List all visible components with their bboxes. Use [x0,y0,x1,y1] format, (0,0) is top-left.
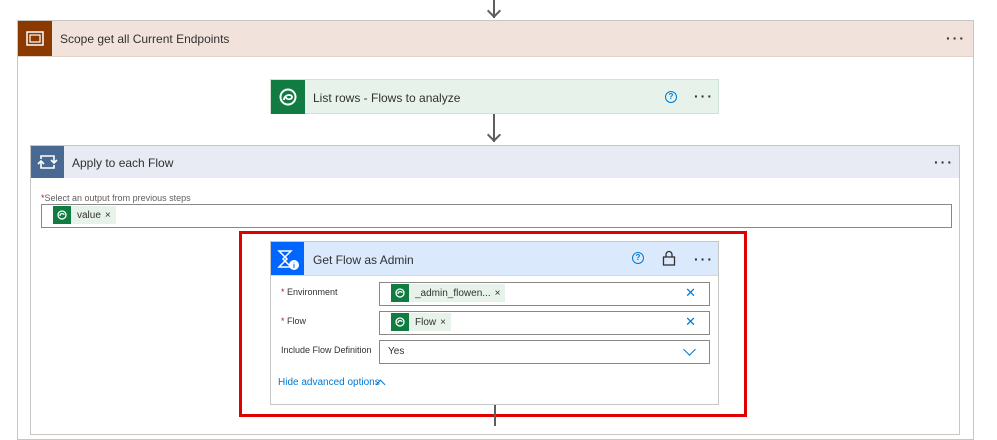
loop-icon [31,146,64,178]
chevron-down-icon [683,343,696,356]
flow-input[interactable]: Flow × ✕ [379,311,710,335]
scope-icon [18,21,52,56]
get-flow-as-admin-action: i Get Flow as Admin ? ··· * Environment … [270,241,719,405]
value-token-label: value [77,209,101,221]
list-rows-action[interactable]: List rows - Flows to analyze ? ··· [270,79,719,114]
select-output-input[interactable]: value × [41,204,952,228]
value-token[interactable]: value × [53,206,116,224]
scope-title: Scope get all Current Endpoints [60,32,230,46]
flow-token[interactable]: Flow × [391,313,451,331]
include-flow-definition-value: Yes [388,346,405,357]
get-flow-more-button[interactable]: ··· [694,252,714,266]
power-automate-management-icon: i [271,242,304,275]
connector-line-bottom [494,405,496,426]
dataverse-icon [271,80,305,114]
get-flow-title: Get Flow as Admin [313,253,414,267]
select-output-label: *Select an output from previous steps [41,193,191,203]
apply-to-each-header[interactable]: Apply to each Flow ··· [31,146,959,178]
flow-clear-icon[interactable]: ✕ [685,315,696,329]
dataverse-token-icon [391,313,409,331]
dataverse-token-icon [53,206,71,224]
environment-token-label: _admin_flowen... [415,287,491,299]
apply-to-each-more-button[interactable]: ··· [934,155,954,169]
connector-arrowhead-top [486,3,502,19]
environment-token[interactable]: _admin_flowen... × [391,284,506,302]
flow-token-label: Flow [415,316,437,328]
hide-advanced-options-link[interactable]: Hide advanced options [278,377,380,388]
svg-text:i: i [293,263,295,270]
get-flow-header[interactable]: i Get Flow as Admin ? ··· [271,242,718,276]
help-icon[interactable]: ? [665,91,677,103]
value-token-remove-icon[interactable]: × [105,210,116,221]
apply-to-each-title: Apply to each Flow [72,156,174,170]
include-flow-definition-label: Include Flow Definition [281,345,372,355]
scope-more-button[interactable]: ··· [946,31,966,45]
environment-label: * Environment [281,287,338,297]
include-flow-definition-select[interactable]: Yes [379,340,710,364]
flow-token-remove-icon[interactable]: × [440,317,451,328]
scope-header[interactable]: Scope get all Current Endpoints ··· [18,21,973,57]
lock-icon[interactable] [662,250,676,271]
dataverse-token-icon [391,284,409,302]
flow-label: * Flow [281,316,307,326]
list-rows-title: List rows - Flows to analyze [313,91,461,105]
environment-input[interactable]: _admin_flowen... × ✕ [379,282,710,306]
list-rows-more-button[interactable]: ··· [694,89,714,103]
help-icon[interactable]: ? [632,252,644,264]
environment-clear-icon[interactable]: ✕ [685,286,696,300]
environment-token-remove-icon[interactable]: × [495,288,506,299]
